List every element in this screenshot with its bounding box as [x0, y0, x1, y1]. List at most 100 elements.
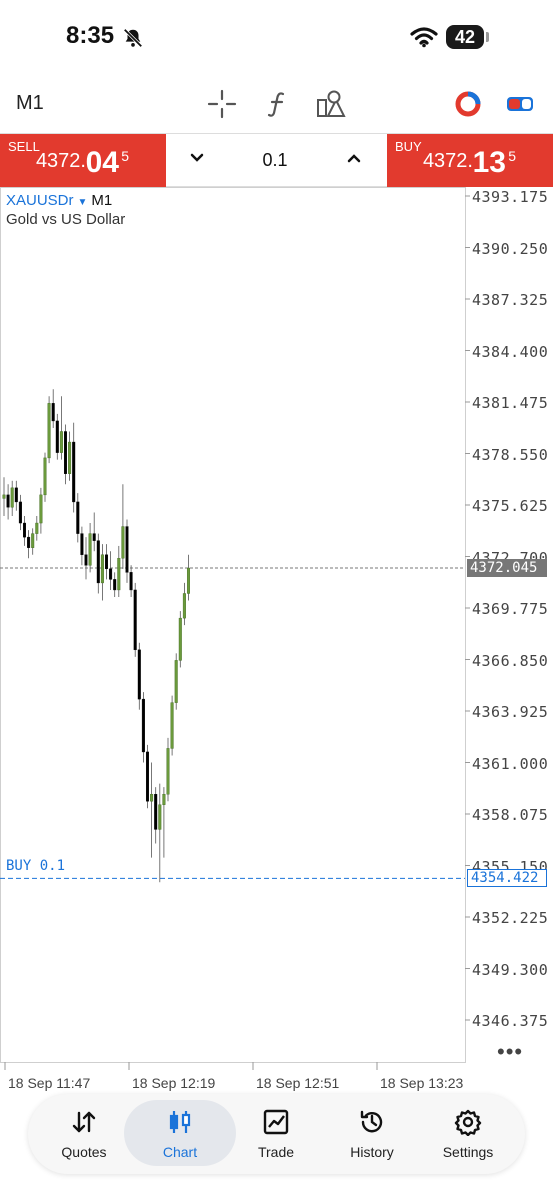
status-bar: 8:35 42 [0, 0, 553, 76]
candle-body [39, 494, 43, 524]
time-axis-label: 18 Sep 13:23 [380, 1075, 464, 1091]
candle-body [14, 487, 18, 503]
candle-body [27, 536, 31, 548]
candle-body [150, 793, 154, 802]
chart-toolbar: M1 [0, 78, 553, 132]
tab-chart[interactable]: Chart [132, 1094, 228, 1174]
candle-body [133, 589, 137, 651]
price-axis-label: 4378.550 [472, 445, 549, 464]
objects-icon[interactable] [314, 88, 346, 120]
candle-body [166, 748, 170, 795]
bottom-tab-bar: Quotes Chart Trade History Settings [28, 1094, 525, 1174]
chart-area[interactable]: XAUUSDr ▼ M1 Gold vs US Dollar 4393.175 439… [0, 187, 553, 1091]
battery-level: 42 [454, 26, 476, 47]
candle-body [43, 457, 47, 496]
candle-body [63, 431, 67, 474]
chart-symbol-description: Gold vs US Dollar [6, 211, 126, 228]
tab-label: Chart [162, 1144, 198, 1160]
price-axis-label: 4384.400 [472, 342, 549, 361]
candle-body [100, 554, 104, 584]
history-icon [360, 1110, 383, 1133]
status-time: 8:35 [66, 22, 115, 49]
candle-body [186, 567, 190, 594]
candle-body [125, 526, 129, 573]
chart-symbol-line[interactable]: XAUUSDr ▼ M1 [6, 192, 112, 209]
candle-body [6, 494, 10, 508]
candle-body [88, 533, 92, 566]
candle-body [72, 441, 76, 503]
time-axis-label: 18 Sep 11:47 [8, 1075, 91, 1091]
tab-trade[interactable]: Trade [228, 1094, 324, 1174]
tab-label: History [350, 1144, 394, 1160]
candle-body [129, 572, 133, 591]
indicator-icon[interactable] [452, 88, 484, 120]
price-axis-label: 4352.225 [472, 909, 549, 927]
function-icon[interactable] [262, 88, 294, 120]
price-axis-label: 4369.775 [472, 600, 549, 618]
tab-label: Trade [257, 1144, 295, 1160]
order-line-label[interactable]: BUY 0.1 [6, 858, 65, 874]
price-axis-label: 4393.175 [472, 188, 549, 206]
trade-icon [263, 1109, 289, 1135]
price-chart[interactable] [0, 187, 553, 1075]
candle-body [109, 568, 113, 580]
sell-price-main: 4372. [35, 150, 86, 172]
one-click-trade-bar: SELL 4372. 04 5 0.1 BUY 4372. 13 5 [0, 133, 553, 187]
price-axis-label: 4381.475 [472, 394, 549, 412]
tab-settings[interactable]: Settings [420, 1094, 516, 1174]
price-axis-label: 4361.000 [472, 754, 549, 773]
candle-body [31, 533, 35, 548]
more-options-icon[interactable]: ••• [497, 1039, 523, 1065]
price-axis-label: 4358.075 [472, 806, 549, 824]
tab-label: Settings [442, 1144, 494, 1160]
candle-body [76, 501, 80, 534]
candle-body [182, 593, 186, 619]
candle-body [96, 540, 100, 584]
time-axis-label: 18 Sep 12:19 [132, 1075, 216, 1091]
buy-label: BUY [395, 139, 422, 154]
sell-price-sup: 5 [121, 148, 129, 164]
tab-history[interactable]: History [324, 1094, 420, 1174]
price-axis-label: 4390.250 [472, 239, 549, 258]
candle-body [158, 804, 162, 830]
price-axis-label: 4387.325 [472, 291, 549, 309]
candle-body [35, 522, 39, 534]
tab-quotes[interactable]: Quotes [36, 1094, 132, 1174]
candle-body [55, 420, 59, 453]
sell-button[interactable]: SELL 4372. 04 5 [0, 134, 166, 187]
price-axis-label: 4346.375 [472, 1012, 549, 1030]
chart-icon [169, 1111, 191, 1133]
toggle-icon[interactable] [504, 88, 536, 120]
wifi-icon [410, 27, 438, 48]
candle-body [162, 793, 166, 805]
settings-icon [454, 1109, 482, 1136]
candle-body [47, 403, 51, 459]
crosshair-icon[interactable] [206, 88, 238, 120]
candle-body [178, 617, 182, 661]
price-axis-label: 4363.925 [472, 703, 549, 721]
buy-price-sup: 5 [508, 148, 516, 164]
candle-body [104, 554, 108, 570]
candle-body [170, 702, 174, 749]
candle-body [59, 431, 63, 453]
candle-body [2, 494, 6, 499]
chart-symbol[interactable]: XAUUSDr [6, 192, 74, 209]
buy-button[interactable]: BUY 4372. 13 5 [387, 134, 553, 187]
candle-body [154, 793, 158, 830]
lot-decrease-button[interactable] [187, 148, 207, 168]
candle-body [117, 558, 121, 591]
quotes-icon [72, 1111, 96, 1133]
timeframe-selector[interactable]: M1 [16, 92, 44, 115]
symbol-dropdown-icon[interactable]: ▼ [78, 197, 88, 208]
candle-body [92, 533, 96, 541]
battery-indicator: 42 [446, 25, 484, 49]
candle-body [51, 403, 55, 422]
candle-body [141, 698, 145, 753]
candle-body [121, 526, 125, 559]
buy-price-main: 4372. [422, 150, 473, 172]
price-axis-label: 4349.300 [472, 960, 549, 979]
candle-body [68, 441, 72, 474]
lot-size-value[interactable]: 0.1 [240, 150, 310, 171]
lot-increase-button[interactable] [344, 148, 364, 168]
buy-price-big: 13 [472, 146, 506, 179]
